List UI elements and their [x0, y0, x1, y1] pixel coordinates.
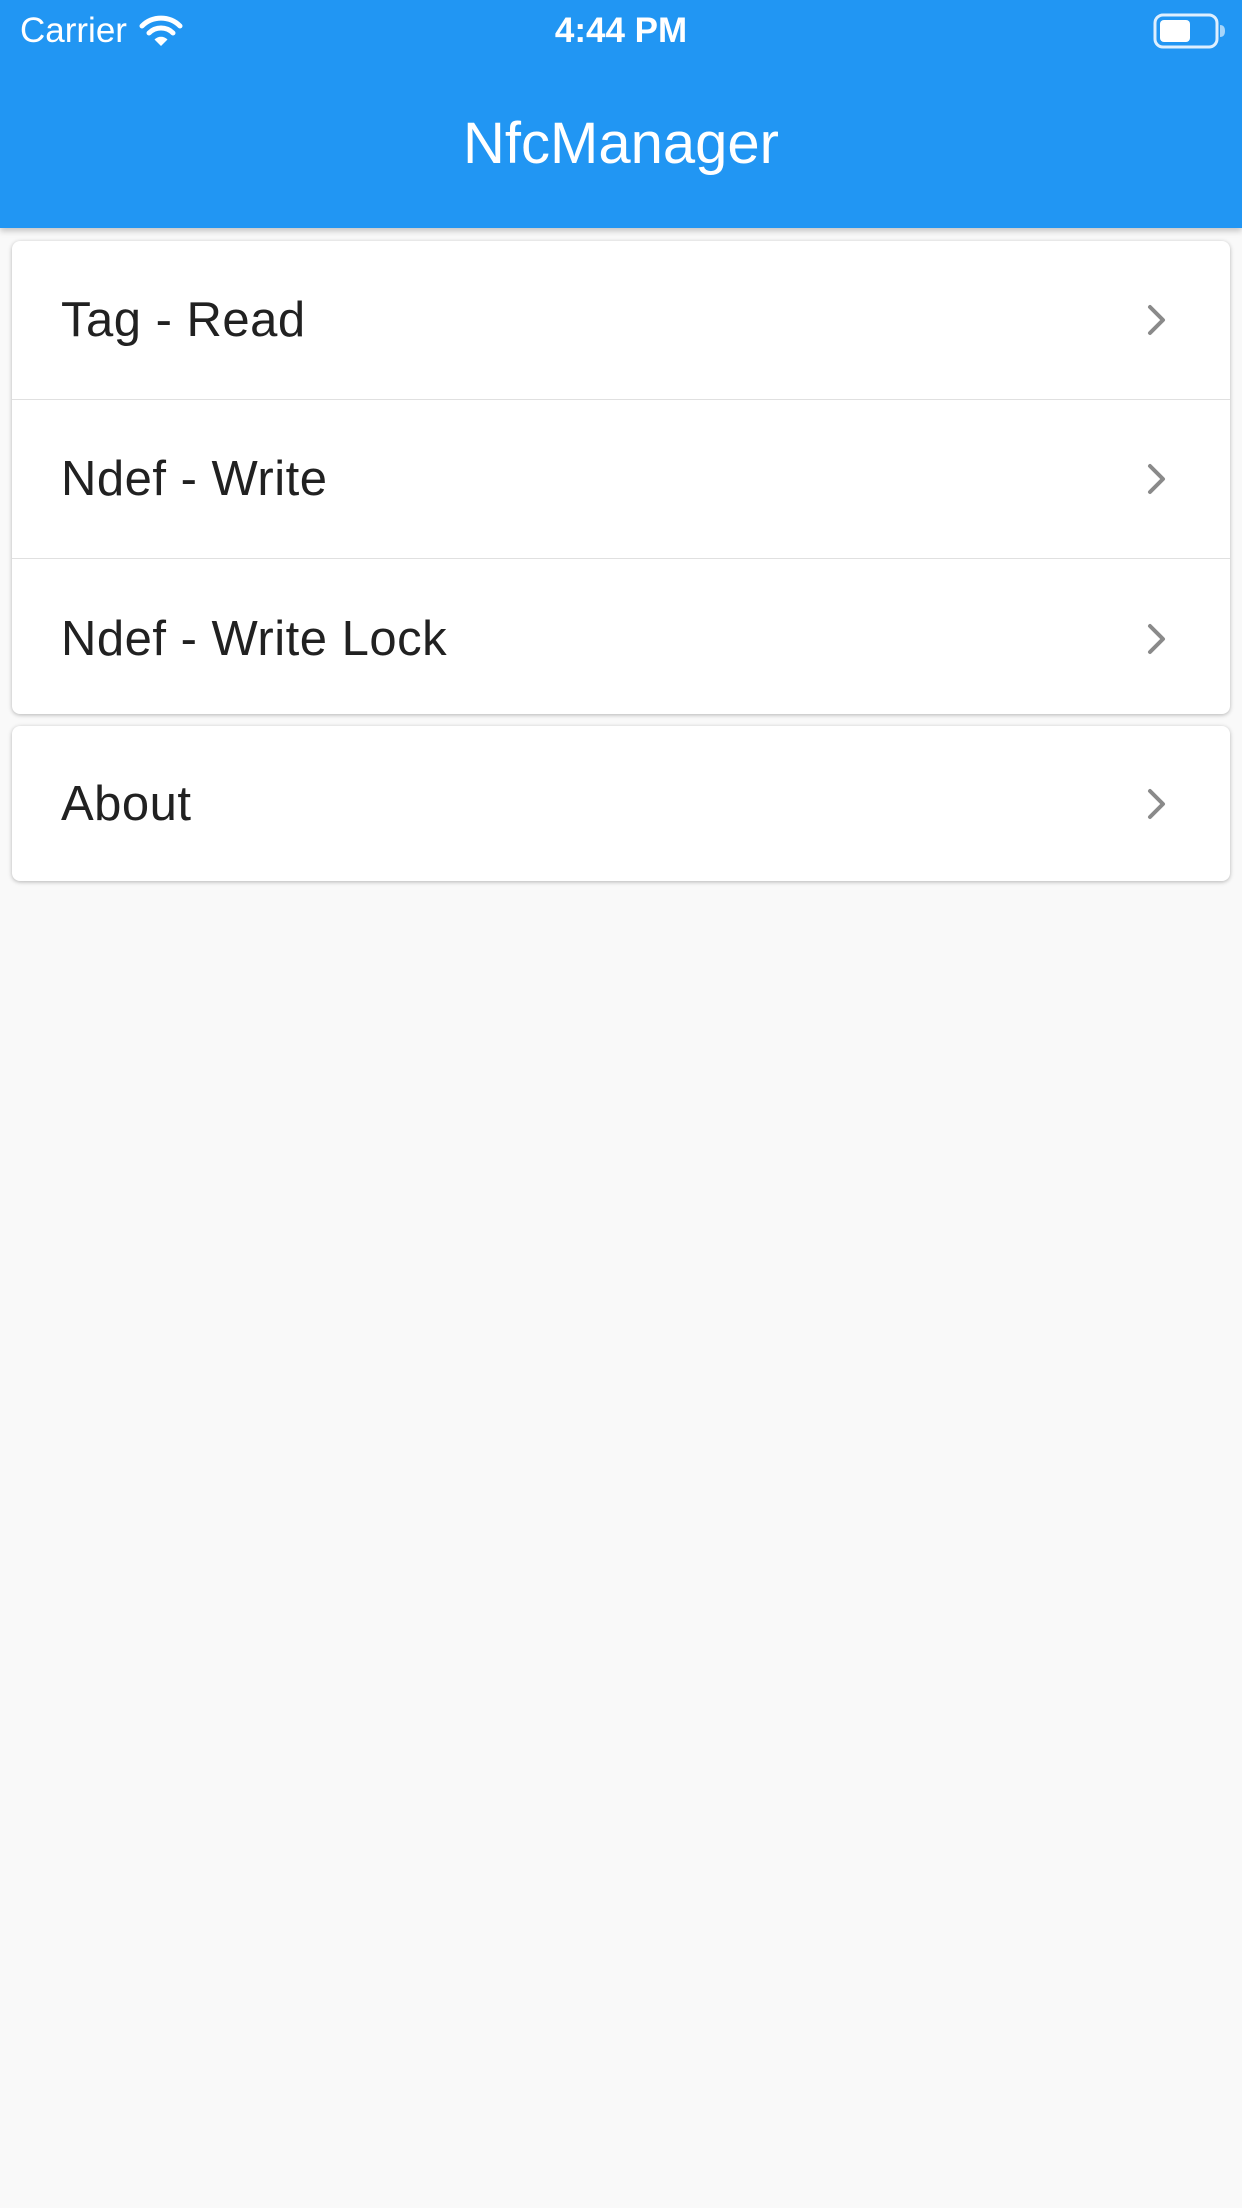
app-bar: Carrier 4:44 PM NfcManager — [0, 0, 1242, 228]
page-title: NfcManager — [463, 111, 779, 176]
chevron-right-icon — [1148, 305, 1165, 335]
menu-item-ndef-write-lock[interactable]: Ndef - Write Lock — [12, 559, 1230, 714]
chevron-right-icon — [1148, 623, 1165, 654]
menu-item-about[interactable]: About — [12, 726, 1230, 881]
chevron-right-icon — [1148, 788, 1165, 819]
battery-icon — [1153, 13, 1225, 49]
chevron-right-icon — [1148, 464, 1165, 494]
menu-item-tag-read[interactable]: Tag - Read — [12, 241, 1230, 400]
menu-item-label: Ndef - Write Lock — [61, 611, 448, 666]
status-bar: Carrier 4:44 PM — [0, 0, 1242, 62]
menu-item-label: About — [61, 776, 192, 831]
status-time: 4:44 PM — [554, 11, 688, 50]
nfc-actions-card: Tag - Read Ndef - Write Ndef - Write Loc… — [12, 241, 1230, 714]
menu-item-label: Tag - Read — [61, 293, 306, 347]
about-card: About — [12, 726, 1230, 881]
menu-item-label: Ndef - Write — [61, 452, 328, 506]
menu-item-ndef-write[interactable]: Ndef - Write — [12, 400, 1230, 559]
